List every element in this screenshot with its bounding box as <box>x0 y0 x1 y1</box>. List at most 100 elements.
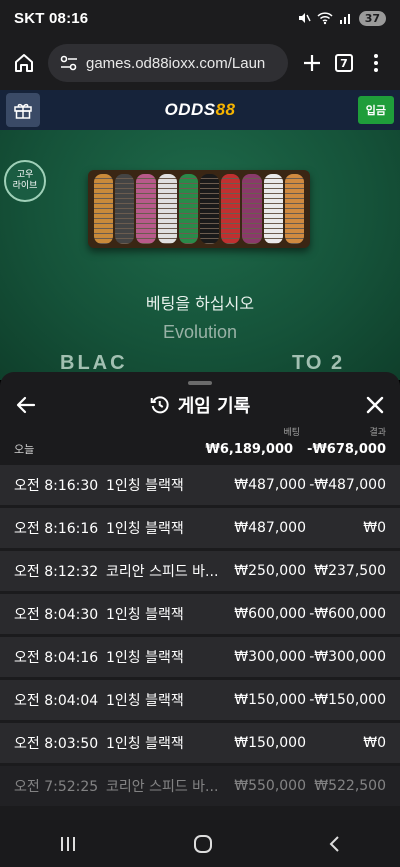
tab-count: 7 <box>335 54 353 72</box>
row-time: 오전 8:03:50 <box>14 736 99 752</box>
home-icon <box>15 54 33 72</box>
row-bet: ₩150,000 <box>234 735 306 751</box>
row-game: 1인칭 블랙잭 <box>106 693 184 709</box>
gift-icon <box>14 103 32 119</box>
system-nav-bar <box>0 820 400 867</box>
row-game: 코리안 스피드 바... <box>106 779 218 795</box>
history-row[interactable]: 오전 8:16:16 1인칭 블랙잭 ₩487,000 ₩0 <box>0 508 400 548</box>
history-row[interactable]: 오전 8:04:16 1인칭 블랙잭 ₩300,000 -₩300,000 <box>0 637 400 677</box>
chip-stack <box>157 174 177 244</box>
live-badge[interactable]: 고우 라이브 <box>4 160 46 202</box>
evolution-logo: Evolution <box>162 322 238 342</box>
column-header-result: 결과 <box>369 428 386 438</box>
row-time: 오전 8:16:16 <box>14 521 99 537</box>
chip-stack <box>263 174 283 244</box>
history-row[interactable]: 오전 8:16:30 1인칭 블랙잭 ₩487,000 -₩487,000 <box>0 465 400 505</box>
row-bet: ₩550,000 <box>234 778 306 794</box>
row-game: 1인칭 블랙잭 <box>106 607 184 623</box>
row-bet: ₩250,000 <box>234 563 306 579</box>
row-result: ₩0 <box>363 735 386 751</box>
chip-stack <box>242 174 262 244</box>
history-row[interactable]: 오전 8:03:50 1인칭 블랙잭 ₩150,000 ₩0 <box>0 723 400 763</box>
row-result: ₩0 <box>363 520 386 536</box>
history-row[interactable]: 오전 8:12:32 코리안 스피드 바... ₩250,000 ₩237,500 <box>0 551 400 591</box>
day-label: 오늘 <box>14 443 35 456</box>
row-bet: ₩600,000 <box>234 606 306 622</box>
row-result: ₩522,500 <box>314 778 386 794</box>
panel-title-text: 게임 기록 <box>177 396 251 417</box>
browser-toolbar: games.od88ioxx.com/Laun 7 <box>0 36 400 90</box>
row-result: -₩300,000 <box>309 649 386 665</box>
mute-icon <box>298 13 311 23</box>
game-table: 고우 라이브 베팅을 하십시오 Evolution BLAC TO 2 <box>0 130 400 380</box>
chip-tray <box>88 170 310 248</box>
row-bet: ₩300,000 <box>234 649 306 665</box>
row-result: -₩150,000 <box>309 692 386 708</box>
row-game: 1인칭 블랙잭 <box>106 650 184 666</box>
row-result: -₩487,000 <box>309 477 386 493</box>
close-icon[interactable] <box>366 396 384 414</box>
site-header: ODDS88 입금 <box>0 90 400 130</box>
history-icon <box>150 396 169 414</box>
gift-button[interactable] <box>6 93 40 127</box>
column-header-bet: 베팅 <box>283 428 300 438</box>
row-bet: ₩150,000 <box>234 692 306 708</box>
history-row[interactable]: 오전 7:52:25 코리안 스피드 바... ₩550,000 ₩522,500 <box>0 766 400 806</box>
tab-switcher-button[interactable]: 7 <box>328 47 360 79</box>
column-headers: 베팅 결과 <box>0 425 400 439</box>
bet-prompt: 베팅을 하십시오 <box>145 294 255 313</box>
chip-stack <box>200 174 220 244</box>
chip-stack <box>115 174 135 244</box>
row-bet: ₩487,000 <box>234 477 306 493</box>
row-game: 1인칭 블랙잭 <box>106 521 184 537</box>
row-time: 오전 8:16:30 <box>14 478 99 494</box>
row-result: -₩600,000 <box>309 606 386 622</box>
site-logo[interactable]: ODDS88 <box>164 100 235 120</box>
logo-number: 88 <box>215 100 236 119</box>
back-chevron-icon[interactable] <box>328 835 342 853</box>
game-history-panel: 게임 기록 베팅 결과 오늘 ₩6,189,000 -₩678,000 오전 8… <box>0 372 400 820</box>
plus-icon <box>304 55 320 71</box>
browser-menu-button[interactable] <box>360 47 392 79</box>
site-settings-icon[interactable] <box>60 55 78 71</box>
carrier-label: SKT <box>14 9 45 27</box>
clock: 08:16 <box>48 9 89 27</box>
panel-header: 게임 기록 <box>0 385 400 425</box>
logo-text: ODDS <box>164 100 216 119</box>
home-button[interactable] <box>8 47 40 79</box>
chip-stack <box>178 174 199 244</box>
status-bar: SKT 08:16 37 <box>0 0 400 36</box>
chip-stack <box>136 174 156 244</box>
chip-stack <box>94 174 114 244</box>
history-row[interactable]: 오전 8:04:04 1인칭 블랙잭 ₩150,000 -₩150,000 <box>0 680 400 720</box>
row-game: 1인칭 블랙잭 <box>106 736 184 752</box>
wifi-icon <box>317 12 333 25</box>
chip-stack <box>221 174 241 244</box>
status-icons: 37 <box>297 10 386 26</box>
address-bar[interactable]: games.od88ioxx.com/Laun <box>48 44 288 82</box>
deposit-button[interactable]: 입금 <box>357 96 394 124</box>
row-result: ₩237,500 <box>314 563 386 579</box>
signal-icon <box>339 14 350 24</box>
row-game: 코리안 스피드 바... <box>106 564 218 580</box>
row-game: 1인칭 블랙잭 <box>106 478 184 494</box>
day-summary: 오늘 ₩6,189,000 -₩678,000 <box>0 439 400 459</box>
row-bet: ₩487,000 <box>234 520 306 536</box>
chip-stack <box>284 174 305 244</box>
battery-indicator: 37 <box>358 10 386 26</box>
total-bet: ₩6,189,000 <box>205 441 294 457</box>
history-row[interactable]: 오전 8:04:30 1인칭 블랙잭 ₩600,000 -₩600,000 <box>0 594 400 634</box>
home-circle-icon[interactable] <box>193 834 213 854</box>
row-time: 오전 8:04:16 <box>14 650 99 666</box>
new-tab-button[interactable] <box>296 47 328 79</box>
carrier-time: SKT 08:16 <box>14 10 88 27</box>
url-text: games.od88ioxx.com/Laun <box>86 54 266 72</box>
live-badge-label: 고우 라이브 <box>12 170 38 191</box>
recent-apps-icon[interactable] <box>58 835 78 853</box>
total-result: -₩678,000 <box>307 441 386 457</box>
row-time: 오전 7:52:25 <box>14 779 99 795</box>
back-arrow-icon[interactable] <box>16 396 36 414</box>
more-vertical-icon <box>374 54 378 72</box>
row-time: 오전 8:12:32 <box>14 564 99 580</box>
panel-title: 게임 기록 <box>150 392 251 418</box>
